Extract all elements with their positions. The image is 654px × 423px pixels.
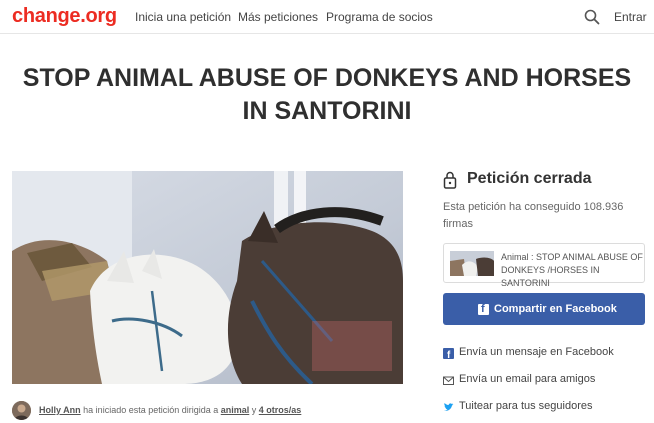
share-twitter-label: Tuitear para tus seguidores <box>459 400 593 412</box>
avatar[interactable] <box>12 401 31 420</box>
petition-title: STOP ANIMAL ABUSE OF DONKEYS AND HORSES … <box>22 64 632 125</box>
share-messenger-label: Envía un mensaje en Facebook <box>459 346 614 358</box>
share-facebook-button[interactable]: f Compartir en Facebook <box>443 293 645 325</box>
share-twitter-link[interactable]: Tuitear para tus seguidores <box>443 400 643 416</box>
top-navigation-bar: change.org Inicia una petición Más petic… <box>0 0 654 34</box>
author-conj-text: y <box>249 405 259 415</box>
other-targets-link[interactable]: 4 otros/as <box>259 405 302 415</box>
author-name-link[interactable]: Holly Ann <box>39 405 81 415</box>
search-icon[interactable] <box>584 9 600 25</box>
nav-partner-program[interactable]: Programa de socios <box>326 10 433 24</box>
preview-thumbnail <box>450 251 494 276</box>
share-email-label: Envía un email para amigos <box>459 373 596 385</box>
facebook-icon: f <box>478 303 489 315</box>
signature-count: Esta petición ha conseguido 108.936 firm… <box>443 201 624 230</box>
share-facebook-label: Compartir en Facebook <box>494 303 617 315</box>
preview-text: Animal : STOP ANIMAL ABUSE OF DONKEYS /H… <box>501 252 643 288</box>
author-middle-text: ha iniciado esta petición dirigida a <box>80 405 221 415</box>
nav-start-petition[interactable]: Inicia una petición <box>135 10 231 24</box>
facebook-icon: f <box>443 348 454 359</box>
petition-status: Petición cerrada <box>467 170 592 187</box>
lock-icon <box>443 171 457 189</box>
target-animal-link[interactable]: animal <box>221 405 250 415</box>
envelope-icon <box>443 376 454 385</box>
author-line: Holly Ann ha iniciado esta petición diri… <box>39 405 301 415</box>
share-messenger-link[interactable]: f Envía un mensaje en Facebook <box>443 346 643 362</box>
change-org-logo[interactable]: change.org <box>12 5 117 28</box>
twitter-icon <box>444 403 454 411</box>
share-preview-card[interactable]: Animal : STOP ANIMAL ABUSE OF DONKEYS /H… <box>443 243 645 288</box>
nav-more-petitions[interactable]: Más peticiones <box>238 10 318 24</box>
petition-photo <box>12 171 403 384</box>
share-email-link[interactable]: Envía un email para amigos <box>443 373 643 389</box>
login-link[interactable]: Entrar <box>614 10 647 24</box>
